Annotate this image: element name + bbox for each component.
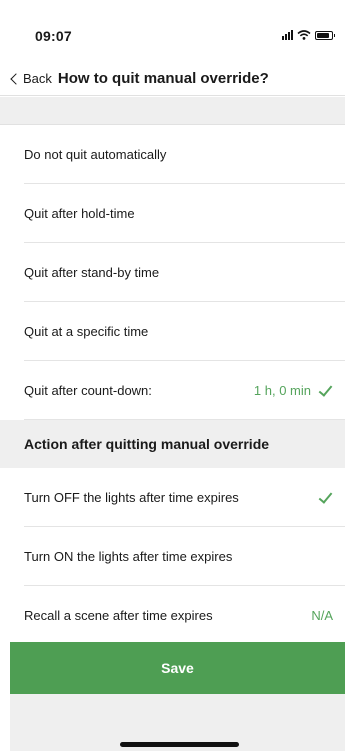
quit-option-count-down[interactable]: Quit after count-down: 1 h, 0 min — [0, 361, 345, 420]
option-value-group — [319, 491, 333, 505]
option-value-group: 1 h, 0 min — [254, 383, 333, 398]
option-label: Do not quit automatically — [24, 147, 167, 162]
home-indicator — [120, 742, 239, 747]
options-list: Do not quit automatically Quit after hol… — [0, 125, 345, 645]
back-button[interactable]: Back — [9, 71, 52, 86]
action-option-recall-scene[interactable]: Recall a scene after time expires N/A — [0, 586, 345, 645]
option-label: Turn OFF the lights after time expires — [24, 490, 239, 505]
action-option-turn-off[interactable]: Turn OFF the lights after time expires — [0, 468, 345, 527]
action-option-turn-on[interactable]: Turn ON the lights after time expires — [0, 527, 345, 586]
quit-option-stand-by-time[interactable]: Quit after stand-by time — [0, 243, 345, 302]
status-bar: 09:07 — [0, 0, 345, 62]
quit-option-specific-time[interactable]: Quit at a specific time — [0, 302, 345, 361]
quit-option-do-not-quit[interactable]: Do not quit automatically — [0, 125, 345, 184]
save-button[interactable]: Save — [10, 642, 345, 694]
wifi-icon — [297, 30, 311, 40]
action-section-header: Action after quitting manual override — [0, 420, 345, 468]
option-label: Turn ON the lights after time expires — [24, 549, 233, 564]
battery-icon — [315, 30, 335, 40]
option-label: Quit at a specific time — [24, 324, 149, 339]
navigation-bar: Back How to quit manual override? — [0, 62, 345, 96]
option-label: Quit after stand-by time — [24, 265, 160, 280]
back-label: Back — [23, 71, 52, 86]
quit-option-hold-time[interactable]: Quit after hold-time — [0, 184, 345, 243]
option-label: Quit after hold-time — [24, 206, 135, 221]
option-value-group: N/A — [311, 608, 333, 623]
count-down-value: 1 h, 0 min — [253, 383, 311, 398]
cellular-signal-icon — [282, 30, 293, 40]
status-icons — [282, 30, 335, 40]
checkmark-icon — [319, 491, 333, 505]
recall-scene-value: N/A — [311, 608, 333, 623]
chevron-left-icon — [10, 72, 22, 85]
page-title: How to quit manual override? — [57, 70, 269, 87]
option-label: Quit after count-down: — [24, 383, 152, 398]
section-spacer — [0, 97, 345, 125]
status-time: 09:07 — [35, 28, 72, 44]
checkmark-icon — [319, 384, 333, 398]
option-label: Recall a scene after time expires — [24, 608, 213, 623]
